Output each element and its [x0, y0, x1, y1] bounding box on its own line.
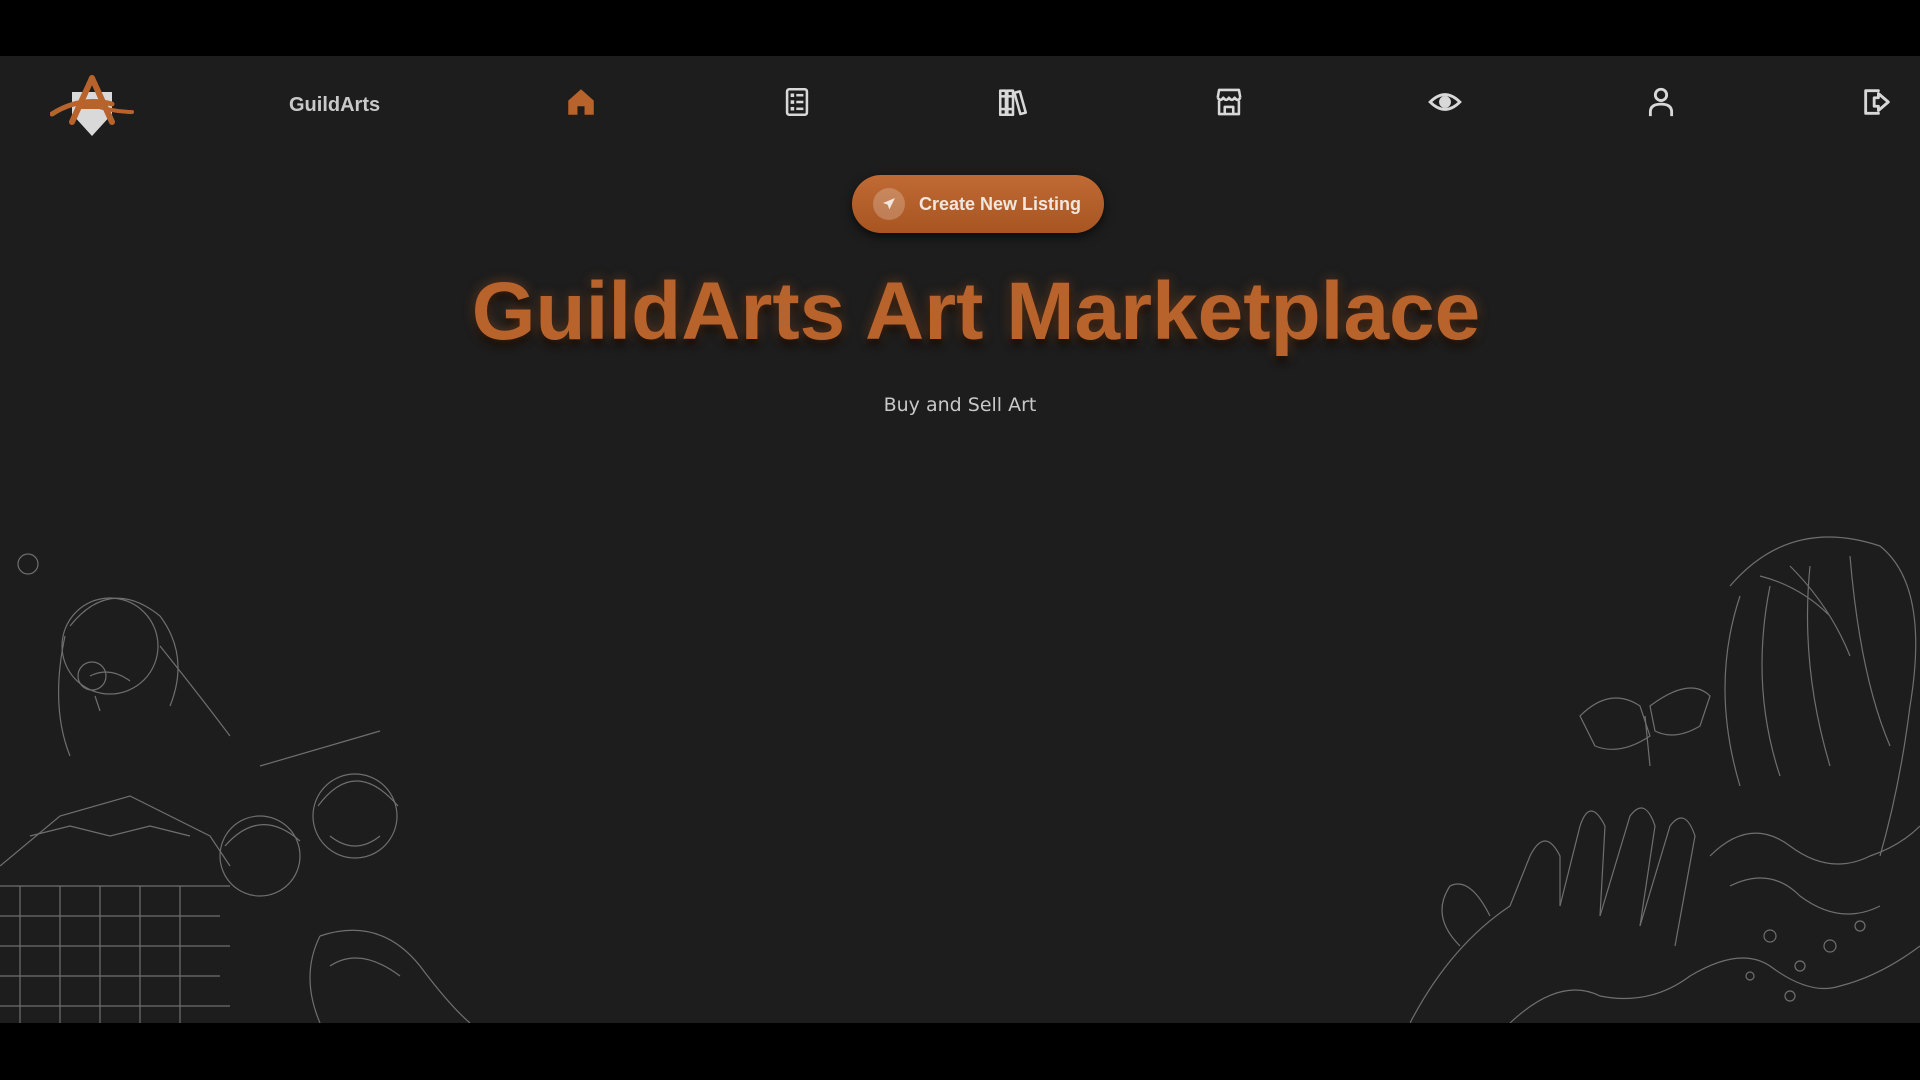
- eye-icon[interactable]: [1427, 84, 1463, 120]
- sketch-art-right: [1410, 536, 1920, 1023]
- top-navbar: GuildArts: [0, 56, 1920, 156]
- send-icon: [873, 188, 905, 220]
- home-icon[interactable]: [563, 84, 599, 120]
- sketch-art-left: [0, 553, 471, 1023]
- create-listing-button[interactable]: Create New Listing: [852, 175, 1104, 233]
- letterbox-bottom: [0, 1023, 1920, 1080]
- store-icon[interactable]: [1211, 84, 1247, 120]
- brand-name[interactable]: GuildArts: [289, 94, 380, 117]
- profile-icon[interactable]: [1643, 84, 1679, 120]
- create-listing-label: Create New Listing: [919, 193, 1082, 214]
- library-icon[interactable]: [995, 84, 1031, 120]
- listings-icon[interactable]: [779, 84, 815, 120]
- logout-icon[interactable]: [1859, 84, 1895, 120]
- page-subtitle: Buy and Sell Art: [883, 394, 1037, 416]
- letterbox-top: [0, 0, 1920, 56]
- page-title: GuildArts Art Marketplace: [471, 266, 1481, 357]
- app-viewport: GuildArts Create New Listing GuildArts A…: [0, 56, 1920, 1023]
- guildarts-logo[interactable]: [49, 74, 134, 138]
